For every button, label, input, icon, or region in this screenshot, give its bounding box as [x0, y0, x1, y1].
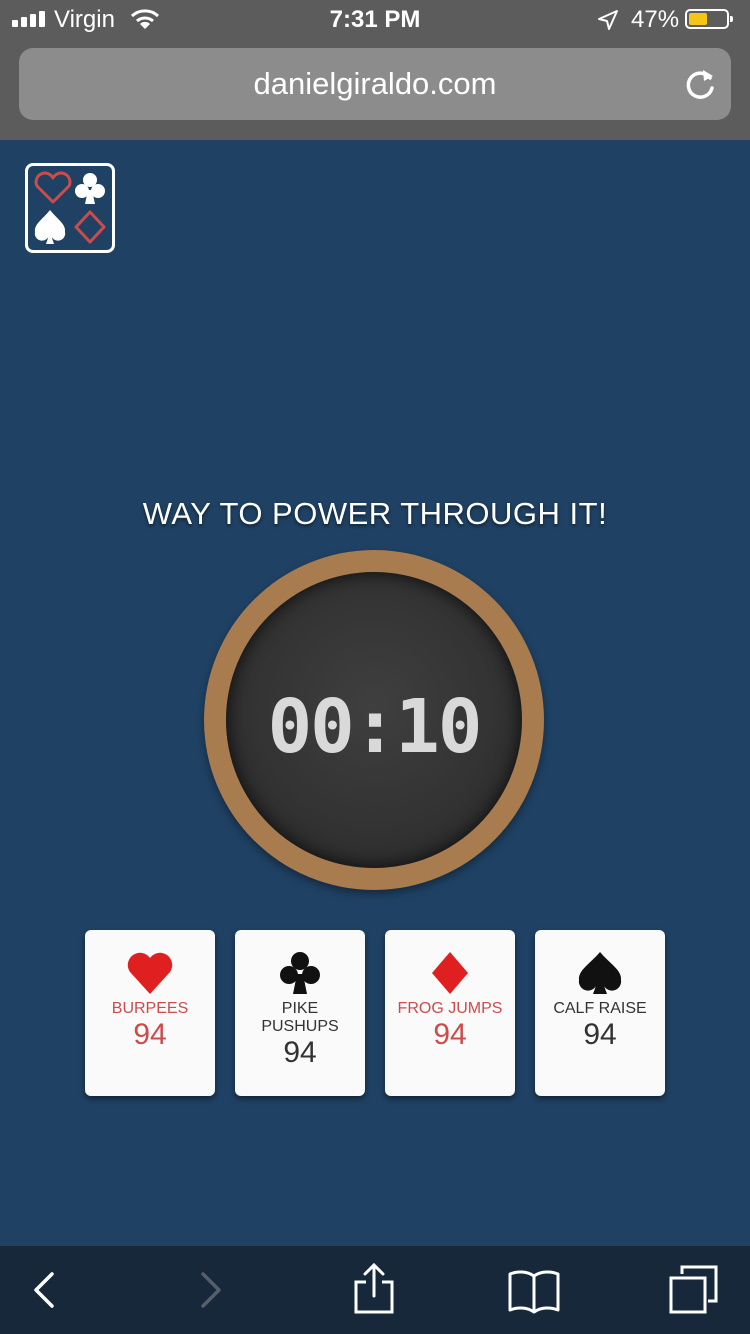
exercise-label: CALF RAISE	[553, 1000, 647, 1017]
exercise-card-frog-jumps[interactable]: FROG JUMPS 94	[385, 930, 515, 1096]
exercise-card-burpees[interactable]: BURPEES 94	[85, 930, 215, 1096]
exercise-count: 94	[283, 1036, 317, 1069]
forward-icon[interactable]	[197, 1268, 225, 1312]
exercise-cards: BURPEES 94 PIKE PUSHUPS 94 FROG JUMPS 94…	[85, 930, 665, 1096]
exercise-card-pike-pushups[interactable]: PIKE PUSHUPS 94	[235, 930, 365, 1096]
timer-face: 00:10	[226, 572, 522, 868]
share-icon[interactable]	[352, 1262, 396, 1316]
exercise-count: 94	[133, 1018, 167, 1051]
exercise-label: BURPEES	[111, 1000, 189, 1017]
back-icon[interactable]	[30, 1268, 58, 1312]
timer-ring: 00:10	[204, 550, 544, 890]
motivation-message: WAY TO POWER THROUGH IT!	[142, 496, 608, 531]
url-bar[interactable]: danielgiraldo.com	[19, 48, 731, 120]
card-suits-logo[interactable]	[25, 163, 115, 253]
battery-icon	[685, 9, 733, 29]
location-arrow-icon	[598, 10, 618, 30]
exercise-label: FROG JUMPS	[397, 1000, 503, 1017]
timer-display: 00:10	[267, 684, 483, 770]
heart-icon	[127, 952, 173, 994]
browser-chrome: Virgin 7:31 PM 47% danielgiraldo.com	[0, 0, 750, 140]
battery-percent: 47%	[631, 6, 680, 33]
bookmarks-icon[interactable]	[507, 1268, 561, 1314]
reload-icon[interactable]	[683, 66, 717, 102]
club-icon	[280, 952, 320, 994]
diamond-icon	[432, 952, 468, 994]
exercise-card-calf-raise[interactable]: CALF RAISE 94	[535, 930, 665, 1096]
browser-toolbar	[0, 1246, 750, 1334]
exercise-count: 94	[583, 1018, 617, 1051]
spade-icon	[578, 952, 622, 994]
status-bar: Virgin 7:31 PM 47%	[0, 0, 750, 40]
card-suits-logo-icon	[34, 171, 106, 244]
exercise-label: PIKE PUSHUPS	[261, 1000, 339, 1035]
tabs-icon[interactable]	[668, 1264, 720, 1316]
exercise-count: 94	[433, 1018, 467, 1051]
url-text[interactable]: danielgiraldo.com	[19, 66, 731, 102]
